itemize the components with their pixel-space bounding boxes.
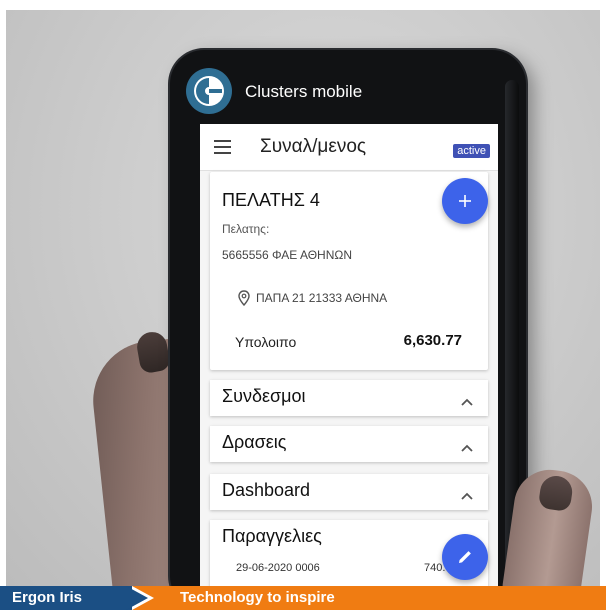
panel-links[interactable]: Συνδεσμοι bbox=[210, 380, 488, 416]
panel-links-title: Συνδεσμοι bbox=[222, 386, 306, 406]
brand-name: Ergon Iris bbox=[12, 589, 83, 606]
order-date: 29-06-2020 0006 bbox=[236, 562, 320, 574]
balance-label: Υπολοιπο bbox=[235, 334, 297, 350]
add-button[interactable] bbox=[442, 178, 488, 224]
customer-address: ΠΑΠΑ 21 21333 ΑΘΗΝΑ bbox=[256, 291, 388, 305]
chevron-up-icon[interactable] bbox=[460, 486, 474, 505]
video-frame: Clusters mobile Συναλ/μενος active ΠΕΛΑΤ… bbox=[0, 0, 606, 610]
chevron-up-icon[interactable] bbox=[460, 438, 474, 457]
panel-dashboard-title: Dashboard bbox=[222, 480, 311, 500]
page-title: Συναλ/μενος bbox=[260, 136, 367, 157]
location-pin-icon bbox=[238, 290, 250, 306]
panel-actions[interactable]: Δρασεις bbox=[210, 426, 488, 462]
status-badge: active bbox=[453, 144, 490, 158]
customer-name: ΠΕΛΑΤΗΣ 4 bbox=[222, 190, 320, 210]
app-logo bbox=[186, 68, 232, 114]
brand-tagline: Technology to inspire bbox=[180, 589, 335, 606]
menu-icon[interactable] bbox=[214, 139, 234, 155]
app-title: Clusters mobile bbox=[245, 82, 363, 101]
app-screen: Συναλ/μενος active ΠΕΛΑΤΗΣ 4 Πελατης: 56… bbox=[200, 124, 498, 586]
customer-address-row[interactable]: ΠΑΠΑ 21 21333 ΑΘΗΝΑ bbox=[238, 290, 387, 306]
balance-value: 6,630.77 bbox=[403, 332, 462, 349]
panel-dashboard[interactable]: Dashboard bbox=[210, 474, 488, 510]
app-bar: Συναλ/μενος active bbox=[200, 124, 498, 171]
banner-chevron-blue bbox=[126, 586, 148, 610]
footer-banner: Ergon Iris Technology to inspire bbox=[0, 586, 606, 610]
chevron-up-icon[interactable] bbox=[460, 392, 474, 411]
app-logo-icon bbox=[194, 76, 224, 106]
customer-label: Πελατης: bbox=[222, 222, 270, 236]
panel-actions-title: Δρασεις bbox=[222, 432, 287, 452]
add-icon bbox=[459, 195, 471, 207]
edit-icon bbox=[459, 551, 471, 563]
orders-title: Παραγγελιες bbox=[222, 526, 322, 546]
customer-id-line: 5665556 ΦΑΕ ΑΘΗΝΩΝ bbox=[222, 248, 353, 262]
edit-button[interactable] bbox=[442, 534, 488, 580]
